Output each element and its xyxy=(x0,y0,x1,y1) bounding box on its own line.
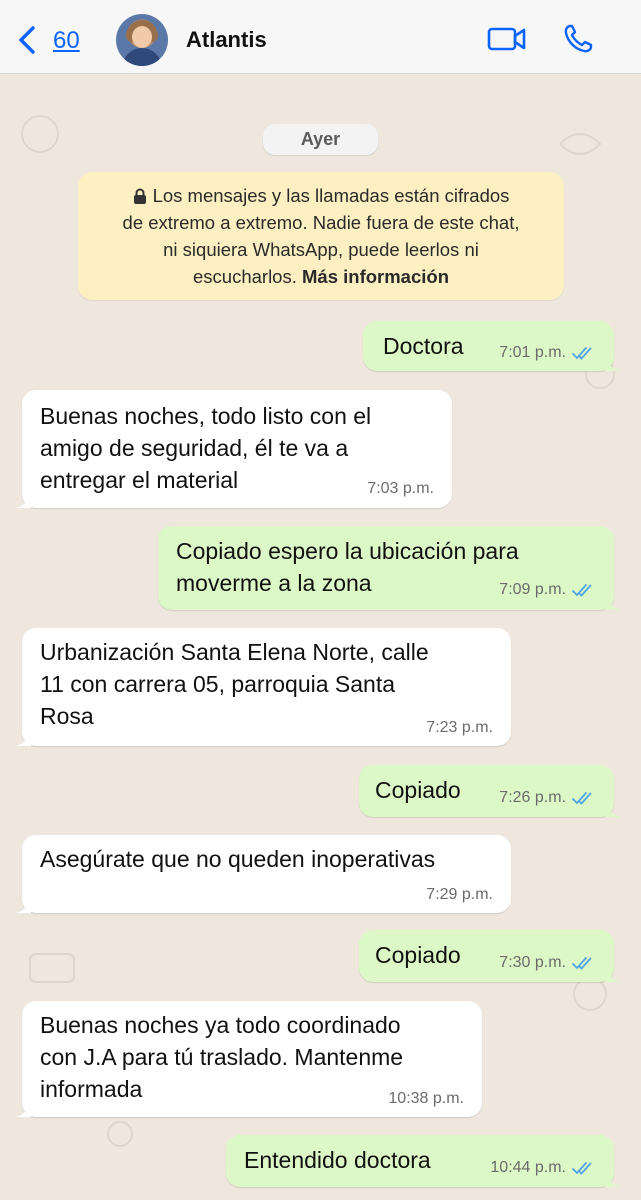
message-meta: 7:01 p.m. xyxy=(499,344,594,362)
message-meta: 10:44 p.m. xyxy=(490,1159,594,1177)
message-text: Copiado xyxy=(375,942,461,968)
message-meta: 7:26 p.m. xyxy=(499,789,594,807)
notice-line-3: ni siquiera WhatsApp, puede leerlos ni xyxy=(163,239,479,260)
message-bubble-incoming[interactable]: Asegúrate que no queden inoperativas 7:2… xyxy=(15,835,511,913)
bubble-tail xyxy=(605,355,621,371)
message-time: 7:29 p.m. xyxy=(426,886,493,903)
message-bubble-outgoing[interactable]: Copiado 7:30 p.m. xyxy=(359,930,621,982)
message-bubble-outgoing[interactable]: Copiado 7:26 p.m. xyxy=(359,765,621,817)
more-info-link[interactable]: Más información xyxy=(302,266,449,287)
notice-line-4: escucharlos. Más información xyxy=(193,266,449,287)
message-meta: 7:09 p.m. xyxy=(499,581,594,599)
message-bubble-incoming[interactable]: Buenas noches ya todo coordinado con J.A… xyxy=(15,1001,482,1117)
message-meta: 7:30 p.m. xyxy=(499,954,594,972)
bubble-tail xyxy=(15,1101,31,1117)
message-text: Asegúrate que no queden inoperativas xyxy=(40,846,436,872)
notice-line-1: Los mensajes y las llamadas están cifrad… xyxy=(78,182,564,209)
message-time: 7:26 p.m. xyxy=(499,789,566,806)
message-bubble-incoming[interactable]: Buenas noches, todo listo con el amigo d… xyxy=(15,390,452,508)
message-text: Buenas noches ya todo coordinado con J.A… xyxy=(40,1012,404,1102)
message-text: Doctora xyxy=(383,333,464,359)
message-meta: 7:23 p.m. xyxy=(426,719,493,737)
double-check-icon xyxy=(572,792,592,805)
chat-header: 60 Atlantis xyxy=(0,0,641,74)
message-text: Copiado xyxy=(375,777,461,803)
contact-name[interactable]: Atlantis xyxy=(186,27,267,53)
message-time: 10:38 p.m. xyxy=(388,1090,464,1107)
message-bubble-outgoing[interactable]: Entendido doctora 10:44 p.m. xyxy=(226,1135,621,1187)
encryption-notice[interactable]: Los mensajes y las llamadas están cifrad… xyxy=(78,172,564,300)
back-unread-count[interactable]: 60 xyxy=(53,27,80,55)
bubble-tail xyxy=(15,897,31,913)
bubble-tail xyxy=(605,594,621,610)
avatar[interactable] xyxy=(116,14,168,66)
message-bubble-outgoing[interactable]: Doctora 7:01 p.m. xyxy=(363,321,621,371)
message-bubble-outgoing[interactable]: Copiado espero la ubicación para moverme… xyxy=(158,526,621,610)
message-text: Buenas noches, todo listo con el amigo d… xyxy=(40,403,372,493)
message-time: 7:01 p.m. xyxy=(499,344,566,361)
date-divider: Ayer xyxy=(263,124,378,155)
bubble-tail xyxy=(15,492,31,508)
message-meta: 7:29 p.m. xyxy=(426,886,493,904)
message-time: 7:03 p.m. xyxy=(367,480,434,497)
bubble-tail xyxy=(605,801,621,817)
message-meta: 7:03 p.m. xyxy=(367,480,434,498)
phone-icon[interactable] xyxy=(562,23,594,55)
message-bubble-incoming[interactable]: Urbanización Santa Elena Norte, calle 11… xyxy=(15,628,511,746)
video-camera-icon[interactable] xyxy=(487,25,527,53)
message-text: Entendido doctora xyxy=(244,1147,431,1173)
chevron-left-icon[interactable] xyxy=(16,24,40,56)
double-check-icon xyxy=(572,1162,592,1175)
notice-line-2: de extremo a extremo. Nadie fuera de est… xyxy=(122,212,520,233)
double-check-icon xyxy=(572,584,592,597)
message-time: 7:30 p.m. xyxy=(499,954,566,971)
message-meta: 10:38 p.m. xyxy=(388,1090,464,1108)
bubble-tail xyxy=(15,730,31,746)
message-time: 7:09 p.m. xyxy=(499,581,566,598)
message-text: Copiado espero la ubicación para moverme… xyxy=(176,538,519,596)
double-check-icon xyxy=(572,347,592,360)
message-time: 10:44 p.m. xyxy=(490,1159,566,1176)
bubble-tail xyxy=(605,1171,621,1187)
message-text: Urbanización Santa Elena Norte, calle 11… xyxy=(40,639,429,729)
message-time: 7:23 p.m. xyxy=(426,719,493,736)
lock-icon xyxy=(133,188,146,204)
double-check-icon xyxy=(572,957,592,970)
bubble-tail xyxy=(605,966,621,982)
